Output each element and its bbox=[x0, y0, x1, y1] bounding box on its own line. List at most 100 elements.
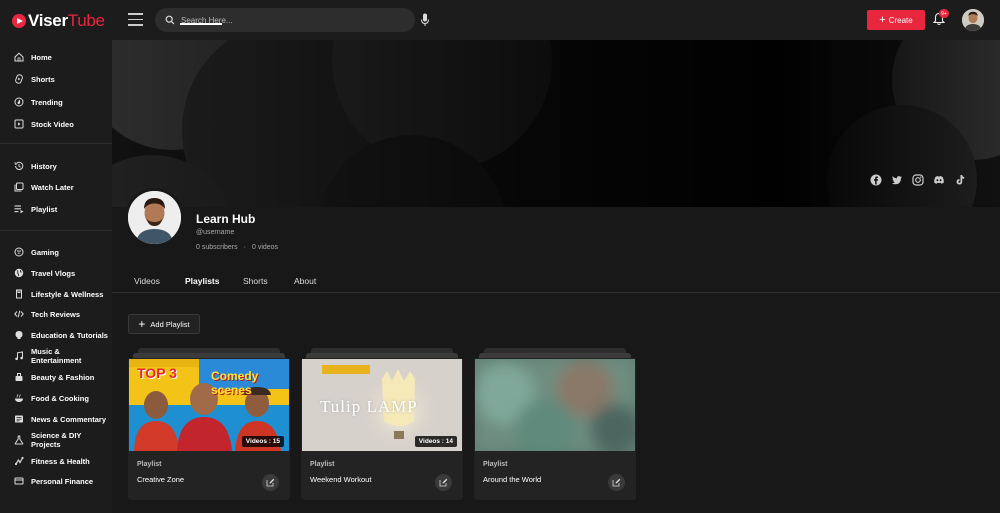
sidebar-item-watch-later[interactable]: Watch Later bbox=[0, 177, 112, 197]
instagram-icon[interactable] bbox=[912, 174, 924, 186]
card-type-label: Playlist bbox=[483, 461, 508, 468]
sidebar-item-beauty[interactable]: Beauty & Fashion bbox=[0, 367, 112, 387]
edit-icon bbox=[612, 478, 621, 487]
education-icon bbox=[15, 331, 23, 339]
sidebar-item-label: Beauty & Fashion bbox=[31, 372, 95, 382]
sidebar-item-label: Science & DIY Projects bbox=[31, 431, 82, 449]
tab-shorts[interactable]: Shorts bbox=[243, 276, 268, 286]
code-icon bbox=[14, 310, 24, 318]
sidebar-item-label: Personal Finance bbox=[31, 476, 94, 486]
menu-icon[interactable] bbox=[128, 13, 143, 26]
playlist-card[interactable]: Playlist Around the World bbox=[474, 348, 636, 500]
tab-about[interactable]: About bbox=[294, 276, 316, 286]
sidebar-item-history[interactable]: History bbox=[0, 156, 112, 176]
sidebar-item-label: Fitness & Health bbox=[31, 456, 90, 466]
playlist-thumbnail[interactable]: Tulip LAMP Videos : 14 bbox=[302, 359, 462, 451]
sidebar-item-label: Home bbox=[31, 52, 52, 62]
sidebar-item-travel-vlogs[interactable]: Travel Vlogs bbox=[0, 263, 112, 283]
thumbnail-text: TOP 3 bbox=[137, 365, 177, 381]
sidebar-item-finance[interactable]: Personal Finance bbox=[0, 471, 112, 491]
banner-graphic bbox=[112, 40, 1000, 207]
microphone-icon[interactable] bbox=[420, 13, 430, 27]
stats-separator: · bbox=[243, 244, 246, 251]
discord-icon[interactable] bbox=[933, 174, 945, 186]
edit-icon bbox=[266, 478, 275, 487]
sidebar-item-home[interactable]: Home bbox=[0, 47, 112, 67]
twitter-icon[interactable] bbox=[891, 174, 903, 186]
sidebar-item-food[interactable]: Food & Cooking bbox=[0, 388, 112, 408]
facebook-icon[interactable] bbox=[870, 174, 882, 186]
sidebar-item-music[interactable]: Music & Entertainment bbox=[0, 346, 112, 366]
sidebar-item-gaming[interactable]: Gaming bbox=[0, 242, 112, 262]
channel-tabs: Videos Playlists Shorts About bbox=[112, 268, 1000, 293]
edit-playlist-button[interactable] bbox=[262, 474, 279, 491]
add-playlist-button[interactable]: + Add Playlist bbox=[128, 314, 200, 334]
sidebar-item-fitness[interactable]: Fitness & Health bbox=[0, 451, 112, 471]
sidebar-item-stock-video[interactable]: Stock Video bbox=[0, 114, 112, 134]
search-bar bbox=[155, 8, 415, 32]
create-button[interactable]: + Create bbox=[867, 10, 925, 30]
sidebar-item-shorts[interactable]: Shorts bbox=[0, 69, 112, 89]
stock-video-icon bbox=[14, 119, 24, 129]
sidebar-item-label: Travel Vlogs bbox=[31, 268, 76, 278]
playlist-title[interactable]: Around the World bbox=[483, 475, 541, 484]
tab-videos[interactable]: Videos bbox=[134, 276, 160, 286]
logo-text-part2: Tube bbox=[67, 11, 105, 30]
sidebar-item-label: Lifestyle & Wellness bbox=[31, 289, 104, 299]
playlist-title[interactable]: Weekend Workout bbox=[310, 475, 371, 484]
shorts-icon bbox=[15, 74, 23, 84]
playlist-card[interactable]: Tulip LAMP Videos : 14 Playlist Weekend … bbox=[301, 348, 463, 500]
sidebar: Home Shorts Trending Stock Video History… bbox=[0, 40, 112, 513]
sidebar-item-label: Education & Tutorials bbox=[31, 330, 108, 340]
edit-icon bbox=[439, 478, 448, 487]
playlist-thumbnail[interactable]: TOP 3 Comedy scenes Videos : 15 bbox=[129, 359, 289, 451]
globe-icon bbox=[14, 268, 24, 278]
sidebar-item-tech-reviews[interactable]: Tech Reviews bbox=[0, 304, 112, 324]
thumbnail-text: Comedy scenes bbox=[211, 369, 259, 397]
sidebar-item-news[interactable]: News & Commentary bbox=[0, 409, 112, 429]
sidebar-divider bbox=[0, 230, 112, 231]
subscriber-count: 0 subscribers bbox=[196, 244, 238, 251]
playlist-thumbnail[interactable] bbox=[475, 359, 635, 451]
sidebar-item-label: Trending bbox=[31, 97, 63, 107]
food-icon bbox=[15, 394, 23, 402]
sidebar-item-playlist[interactable]: Playlist bbox=[0, 199, 112, 219]
sidebar-item-label: Stock Video bbox=[31, 119, 74, 129]
channel-handle: @username bbox=[196, 229, 235, 236]
play-logo-icon bbox=[12, 14, 26, 28]
video-count-badge: Videos : 15 bbox=[241, 436, 284, 447]
home-icon bbox=[14, 52, 24, 62]
card-type-label: Playlist bbox=[137, 461, 162, 468]
sidebar-item-label: News & Commentary bbox=[31, 414, 107, 424]
playlist-title[interactable]: Creative Zone bbox=[137, 475, 184, 484]
sidebar-divider bbox=[0, 143, 112, 144]
playlist-icon bbox=[14, 205, 24, 214]
science-icon bbox=[14, 435, 24, 445]
logo[interactable]: ViserTube bbox=[12, 11, 105, 30]
edit-playlist-button[interactable] bbox=[435, 474, 452, 491]
tiktok-icon[interactable] bbox=[954, 174, 966, 186]
app-root: ViserTube +Create 9+ Home Shorts Trendin… bbox=[0, 0, 1000, 513]
channel-stats: 0 subscribers · 0 videos bbox=[196, 244, 278, 251]
sidebar-item-lifestyle[interactable]: Lifestyle & Wellness bbox=[0, 284, 112, 304]
sidebar-item-trending[interactable]: Trending bbox=[0, 92, 112, 112]
history-icon bbox=[14, 161, 24, 170]
sidebar-item-label: Music & Entertainment bbox=[31, 347, 82, 365]
tab-playlists[interactable]: Playlists bbox=[185, 276, 220, 286]
playlist-card[interactable]: TOP 3 Comedy scenes Videos : 15 Playlist… bbox=[128, 348, 290, 500]
gaming-icon bbox=[14, 247, 24, 257]
watch-later-icon bbox=[14, 182, 24, 192]
beauty-icon bbox=[15, 373, 23, 381]
sidebar-item-education[interactable]: Education & Tutorials bbox=[0, 325, 112, 345]
video-count-badge: Videos : 14 bbox=[414, 436, 457, 447]
card-type-label: Playlist bbox=[310, 461, 335, 468]
channel-avatar[interactable] bbox=[125, 188, 184, 247]
sidebar-item-label: Playlist bbox=[31, 204, 58, 214]
thumbnail-text: Tulip LAMP bbox=[320, 397, 418, 416]
news-icon bbox=[15, 415, 23, 423]
sidebar-item-label: Food & Cooking bbox=[31, 393, 89, 403]
edit-playlist-button[interactable] bbox=[608, 474, 625, 491]
create-label: Create bbox=[888, 15, 913, 25]
user-avatar[interactable] bbox=[962, 9, 984, 31]
sidebar-item-science[interactable]: Science & DIY Projects bbox=[0, 430, 112, 450]
